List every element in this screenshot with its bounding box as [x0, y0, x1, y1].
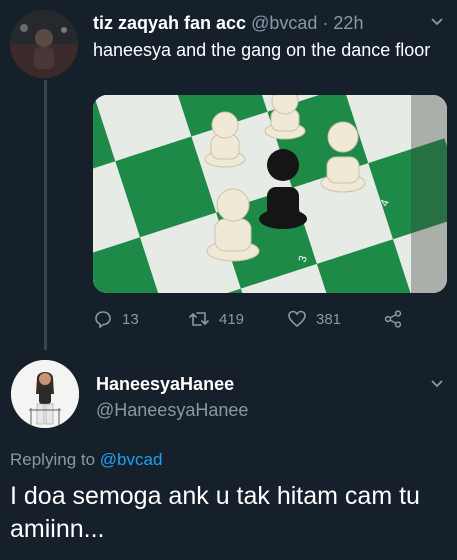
tweet-media-image[interactable]: 3 4 — [93, 95, 447, 293]
handle[interactable]: @bvcad — [251, 13, 317, 33]
display-name[interactable]: HaneesyaHanee — [96, 374, 234, 395]
chevron-down-icon[interactable] — [430, 376, 444, 395]
retweet-count: 419 — [219, 310, 245, 328]
tweet-actions: 13 419 381 — [93, 309, 423, 333]
chevron-down-icon[interactable] — [430, 14, 444, 33]
avatar[interactable] — [11, 360, 79, 428]
thread-connector — [44, 80, 47, 350]
reply-button[interactable]: 13 — [93, 309, 139, 329]
tweet-header: tiz zaqyah fan acc @bvcad · 22h — [93, 12, 363, 34]
display-name[interactable]: tiz zaqyah fan acc — [93, 13, 246, 33]
replying-to-label: Replying to — [10, 450, 96, 469]
tweet-text: haneesya and the gang on the dance floor — [93, 40, 431, 60]
retweet-icon — [189, 312, 209, 326]
reply-count: 13 — [122, 310, 139, 328]
share-icon — [384, 310, 402, 328]
mention-link[interactable]: @bvcad — [100, 450, 163, 469]
share-button[interactable] — [383, 309, 403, 329]
retweet-button[interactable]: 419 — [188, 309, 244, 329]
replying-to: Replying to @bvcad — [10, 450, 162, 470]
reply-icon — [95, 311, 111, 329]
tweet-text: I doa semoga ank u tak hitam cam tu amii… — [10, 482, 420, 543]
heart-icon — [288, 310, 306, 328]
timestamp[interactable]: 22h — [333, 13, 363, 33]
handle[interactable]: @HaneesyaHanee — [96, 400, 248, 421]
avatar[interactable] — [10, 10, 78, 78]
like-count: 381 — [316, 310, 342, 328]
separator: · — [322, 13, 329, 33]
like-button[interactable]: 381 — [287, 309, 341, 329]
